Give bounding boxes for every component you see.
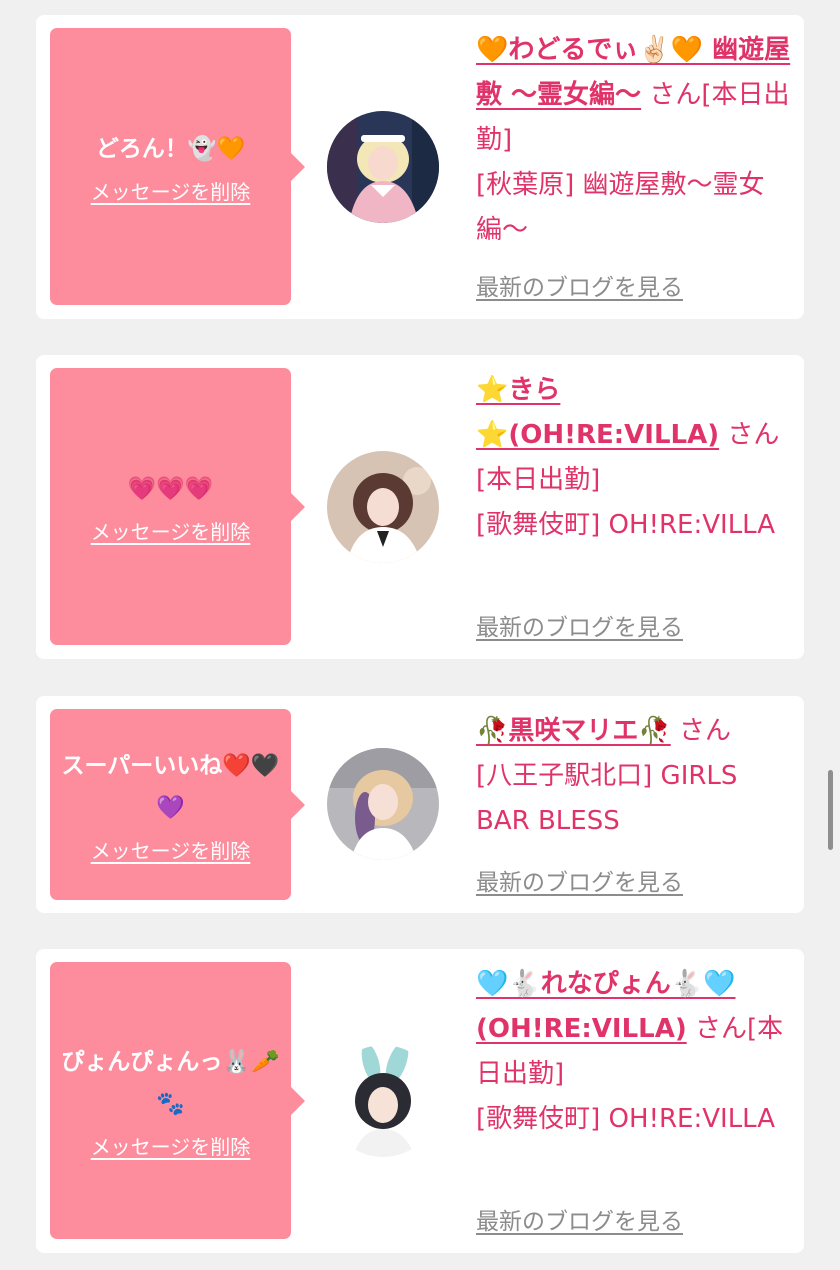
cast-info: ⭐きら⭐(OH!RE:VILLA) さん [本日出勤] [歌舞伎町] OH!RE:… (476, 368, 794, 548)
message-text: 💗💗💗 (127, 476, 214, 502)
cast-name-link[interactable]: 🥀黒咲マリエ🥀 (476, 716, 671, 746)
delete-message-link[interactable]: メッセージを削除 (91, 176, 251, 205)
delete-message-link[interactable]: メッセージを削除 (91, 1131, 251, 1160)
latest-blog-link[interactable]: 最新のブログを見る (476, 608, 683, 642)
cast-info: 🩵🐇れなぴょん🐇🩵(OH!RE:VILLA) さん[本日出勤] [歌舞伎町] O… (476, 962, 794, 1142)
message-text: ぴょんぴょんっ🐰🥕🐾 (61, 1049, 280, 1117)
cast-name-link[interactable]: ⭐きら⭐(OH!RE:VILLA) (476, 375, 719, 450)
message-card: どろん！👻🧡 メッセージを削除 🧡わどるでぃ✌🏻🧡 幽遊屋敷 〜霊女編〜 さん[… (36, 15, 804, 319)
message-bubble: 💗💗💗 メッセージを削除 (50, 368, 305, 645)
honorific: さん (727, 420, 780, 450)
avatar[interactable] (327, 111, 439, 223)
message-bubble: どろん！👻🧡 メッセージを削除 (50, 28, 305, 305)
message-card: ぴょんぴょんっ🐰🥕🐾 メッセージを削除 🩵🐇れなぴょん🐇🩵(OH!RE:VILL… (36, 949, 804, 1253)
message-card: 💗💗💗 メッセージを削除 ⭐きら⭐(OH!RE:VILLA) さん [本日出勤] … (36, 355, 804, 659)
delete-message-link[interactable]: メッセージを削除 (91, 516, 251, 545)
shop-location: [歌舞伎町] OH!RE:VILLA (476, 1104, 776, 1134)
latest-blog-link[interactable]: 最新のブログを見る (476, 268, 683, 302)
latest-blog-link[interactable]: 最新のブログを見る (476, 863, 683, 897)
message-bubble: ぴょんぴょんっ🐰🥕🐾 メッセージを削除 (50, 962, 305, 1239)
delete-message-link[interactable]: メッセージを削除 (91, 835, 251, 864)
message-card: スーパーいいね❤️🖤💜 メッセージを削除 🥀黒咲マリエ🥀 さん [八王子駅北口]… (36, 696, 804, 913)
shop-location: [八王子駅北口] GIRLS BAR BLESS (476, 761, 738, 836)
honorific: さん (694, 1014, 747, 1044)
latest-blog-link[interactable]: 最新のブログを見る (476, 1202, 683, 1236)
avatar[interactable] (327, 1045, 439, 1157)
shop-location: [歌舞伎町] OH!RE:VILLA (476, 510, 776, 540)
message-text: スーパーいいね❤️🖤💜 (61, 753, 280, 821)
message-text: どろん！👻🧡 (95, 136, 246, 162)
avatar[interactable] (327, 451, 439, 563)
avatar[interactable] (327, 748, 439, 860)
message-bubble: スーパーいいね❤️🖤💜 メッセージを削除 (50, 709, 305, 900)
shop-location: [秋葉原] 幽遊屋敷〜霊女編〜 (476, 170, 765, 245)
status: [本日出勤] (476, 465, 601, 495)
scrollbar[interactable] (828, 770, 833, 850)
cast-info: 🧡わどるでぃ✌🏻🧡 幽遊屋敷 〜霊女編〜 さん[本日出勤] [秋葉原] 幽遊屋敷… (476, 28, 794, 253)
honorific: さん (679, 716, 732, 746)
honorific: さん (649, 80, 702, 110)
cast-info: 🥀黒咲マリエ🥀 さん [八王子駅北口] GIRLS BAR BLESS (476, 709, 794, 844)
